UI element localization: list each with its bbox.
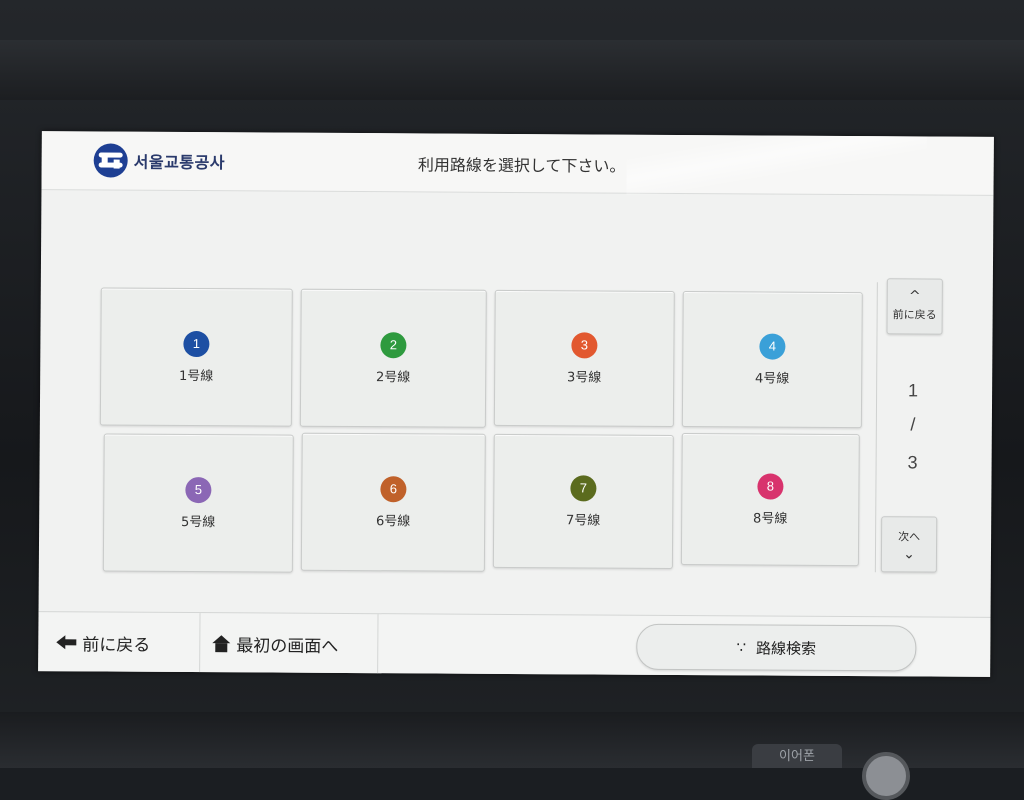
line-6-label: 6号線 bbox=[375, 513, 411, 529]
line-8-badge: 8 bbox=[757, 472, 784, 500]
page-title: 利用路線を選択して下さい。 bbox=[417, 155, 626, 176]
page-separator: / bbox=[910, 414, 916, 435]
route-search-button[interactable]: ∵ 路線検索 bbox=[636, 623, 917, 672]
line-5-label: 5号線 bbox=[180, 514, 216, 530]
earphone-jack-icon bbox=[862, 752, 910, 800]
earphone-label: 이어폰 bbox=[752, 744, 842, 768]
home-button[interactable]: 最初の画面へ bbox=[200, 613, 379, 675]
chevron-up-icon: ^ bbox=[908, 288, 921, 305]
line-2-badge: 2 bbox=[380, 331, 407, 358]
header: 서울교통공사 利用路線を選択して下さい。 bbox=[41, 131, 994, 196]
kiosk-screen: 서울교통공사 利用路線を選択して下さい。 1 1号線 2 2号線 3 3号線 4… bbox=[38, 131, 994, 677]
line-4-button[interactable]: 4 4号線 bbox=[681, 291, 863, 429]
route-search-label: 路線検索 bbox=[756, 638, 817, 658]
line-grid: 1 1号線 2 2号線 3 3号線 4 4号線 5 5号線 6 6号線 7 7号… bbox=[99, 287, 865, 578]
page-total: 3 bbox=[907, 452, 918, 473]
line-7-button[interactable]: 7 7号線 bbox=[492, 433, 674, 569]
line-4-label: 4号線 bbox=[754, 370, 790, 387]
back-label: 前に戻る bbox=[82, 634, 151, 656]
line-1-button[interactable]: 1 1号線 bbox=[99, 287, 293, 427]
route-icon: ∵ bbox=[736, 638, 747, 657]
side-divider bbox=[874, 282, 878, 573]
line-8-button[interactable]: 8 8号線 bbox=[680, 433, 860, 567]
line-6-button[interactable]: 6 6号線 bbox=[300, 432, 486, 572]
prev-page-label: 前に戻る bbox=[892, 308, 937, 322]
line-2-label: 2号線 bbox=[375, 369, 411, 385]
page-current: 1 bbox=[908, 380, 919, 401]
seoul-metro-logo-icon bbox=[93, 143, 128, 178]
home-icon bbox=[212, 634, 231, 652]
prev-page-button[interactable]: ^ 前に戻る bbox=[886, 278, 943, 335]
chevron-down-icon: ⌄ bbox=[903, 546, 915, 563]
line-2-button[interactable]: 2 2号線 bbox=[299, 288, 487, 428]
next-page-button[interactable]: 次へ ⌄ bbox=[880, 516, 938, 573]
line-3-label: 3号線 bbox=[566, 369, 602, 386]
line-4-badge: 4 bbox=[759, 332, 786, 360]
line-5-button[interactable]: 5 5号線 bbox=[102, 433, 294, 573]
bezel-top bbox=[0, 40, 1024, 100]
line-1-badge: 1 bbox=[183, 330, 210, 357]
logo-text: 서울교통공사 bbox=[133, 152, 226, 173]
line-3-badge: 3 bbox=[571, 331, 598, 358]
arrow-left-icon bbox=[56, 635, 77, 650]
line-1-label: 1号線 bbox=[178, 368, 214, 384]
seoul-metro-logo: 서울교통공사 bbox=[93, 143, 226, 178]
next-page-label: 次へ bbox=[898, 530, 921, 544]
home-label: 最初の画面へ bbox=[236, 635, 339, 657]
line-7-badge: 7 bbox=[570, 474, 597, 501]
back-button[interactable]: 前に戻る bbox=[38, 612, 201, 674]
footer-bar: 前に戻る 最初の画面へ ∵ 路線検索 bbox=[38, 611, 991, 677]
line-7-label: 7号線 bbox=[565, 512, 601, 529]
line-8-label: 8号線 bbox=[753, 510, 788, 527]
line-5-badge: 5 bbox=[185, 476, 212, 503]
line-6-badge: 6 bbox=[380, 475, 407, 502]
line-3-button[interactable]: 3 3号線 bbox=[493, 289, 675, 427]
